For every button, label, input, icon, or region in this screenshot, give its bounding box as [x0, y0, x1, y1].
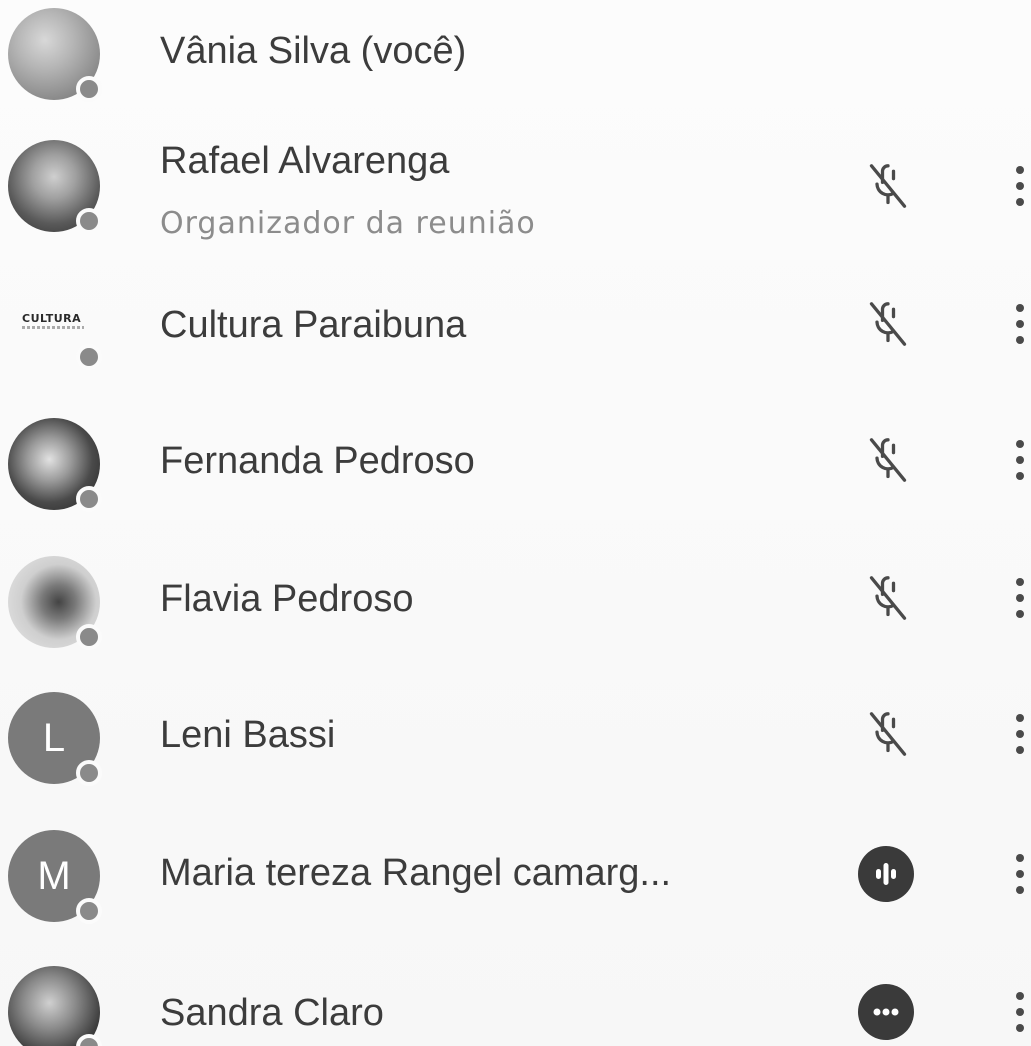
participant-row[interactable]: Sandra Claro — [0, 952, 1031, 1046]
participant-name: Rafael Alvarenga — [160, 140, 450, 182]
status-dot-icon — [76, 624, 102, 650]
participant-name: Vânia Silva (você) — [160, 30, 467, 72]
participant-avatar — [8, 418, 102, 512]
participant-name: Cultura Paraibuna — [160, 304, 467, 346]
participant-name: Flavia Pedroso — [160, 578, 414, 620]
participant-avatar: M — [8, 830, 102, 924]
participant-name: Sandra Claro — [160, 992, 384, 1034]
status-dot-icon — [76, 344, 102, 370]
mic-off-icon — [869, 164, 907, 208]
participants-panel: Vânia Silva (você) Rafael Alvarenga Orga… — [0, 0, 1031, 1046]
more-horiz-icon[interactable] — [858, 984, 914, 1040]
participant-row[interactable]: Fernanda Pedroso — [0, 400, 1031, 520]
participant-avatar — [8, 556, 102, 650]
participant-avatar — [8, 8, 102, 102]
participant-row[interactable]: Vânia Silva (você) — [0, 0, 1031, 120]
mic-off-icon — [869, 302, 907, 346]
participant-name: Fernanda Pedroso — [160, 440, 475, 482]
more-vert-icon[interactable] — [1010, 710, 1031, 758]
status-dot-icon — [76, 760, 102, 786]
participant-avatar — [8, 966, 102, 1046]
more-vert-icon[interactable] — [1010, 300, 1031, 348]
participant-avatar — [8, 140, 102, 234]
more-horiz-dots — [873, 1008, 899, 1016]
participant-row[interactable]: CULTURA Cultura Paraibuna — [0, 268, 1031, 388]
participant-avatar: L — [8, 692, 102, 786]
mic-off-icon — [869, 576, 907, 620]
status-dot-icon — [76, 76, 102, 102]
more-vert-icon[interactable] — [1010, 162, 1031, 210]
mic-off-icon — [869, 712, 907, 756]
status-dot-icon — [76, 898, 102, 924]
audio-level-bars — [876, 863, 896, 885]
participant-row[interactable]: L Leni Bassi — [0, 676, 1031, 796]
more-vert-icon[interactable] — [1010, 988, 1031, 1036]
participant-row[interactable]: M Maria tereza Rangel camarg... — [0, 814, 1031, 934]
more-vert-icon[interactable] — [1010, 850, 1031, 898]
audio-level-icon — [858, 846, 914, 902]
participant-row[interactable]: Rafael Alvarenga Organizador da reunião — [0, 130, 1031, 250]
participant-role: Organizador da reunião — [160, 206, 536, 241]
participant-name: Maria tereza Rangel camarg... — [160, 852, 672, 894]
participant-avatar: CULTURA — [8, 276, 102, 370]
more-vert-icon[interactable] — [1010, 436, 1031, 484]
logo-subtext — [22, 326, 84, 329]
status-dot-icon — [76, 208, 102, 234]
participant-row[interactable]: Flavia Pedroso — [0, 538, 1031, 658]
mic-off-icon — [869, 438, 907, 482]
more-vert-icon[interactable] — [1010, 574, 1031, 622]
logo-text: CULTURA — [22, 312, 82, 325]
status-dot-icon — [76, 486, 102, 512]
participant-name: Leni Bassi — [160, 714, 336, 756]
